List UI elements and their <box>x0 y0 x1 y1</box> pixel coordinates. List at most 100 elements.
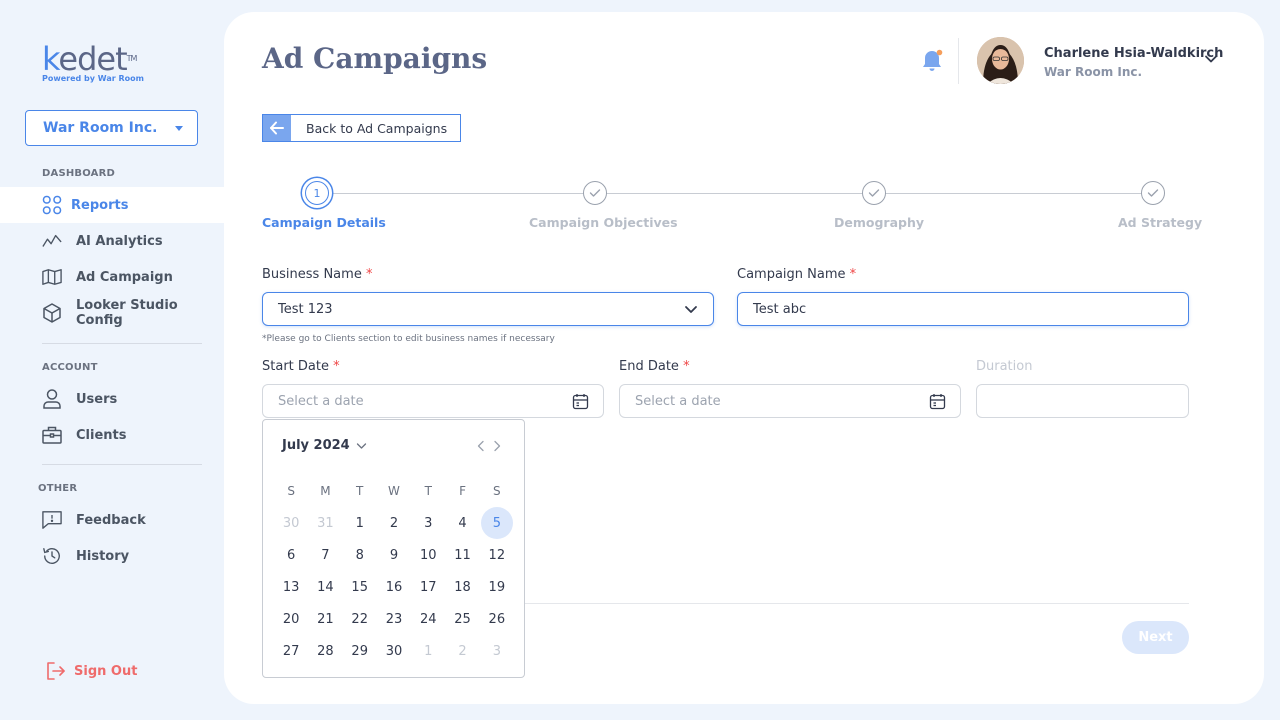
sign-out-icon <box>46 662 66 680</box>
cube-icon <box>42 303 62 323</box>
step-4-check-icon[interactable] <box>1141 181 1165 205</box>
campaign-name-input[interactable]: Test abc <box>737 292 1189 326</box>
step-label-ad-strategy[interactable]: Ad Strategy <box>1118 215 1202 230</box>
footer-divider <box>524 603 1189 604</box>
user-menu-chevron-down-icon[interactable] <box>1204 49 1218 68</box>
step-3-check-icon[interactable] <box>862 181 886 205</box>
sidebar-item-label: Reports <box>71 197 129 213</box>
user-name[interactable]: Charlene Hsia-Waldkirch <box>1044 46 1223 61</box>
calendar-day[interactable]: 7 <box>308 539 342 571</box>
sidebar-item-ad-campaign[interactable]: Ad Campaign <box>0 259 224 295</box>
end-date-label-text: End Date <box>619 359 679 374</box>
calendar-day[interactable]: 29 <box>343 635 377 667</box>
feedback-icon <box>42 510 62 530</box>
step-2-check-icon[interactable] <box>583 181 607 205</box>
calendar-day[interactable]: 17 <box>411 571 445 603</box>
calendar-week-row: 30 31 1 2 3 4 5 <box>274 507 514 539</box>
calendar-day[interactable]: 25 <box>445 603 479 635</box>
calendar-day[interactable]: 20 <box>274 603 308 635</box>
calendar-day[interactable]: 19 <box>480 571 514 603</box>
header-divider <box>958 38 959 84</box>
user-icon <box>42 389 62 409</box>
calendar-day[interactable]: 14 <box>308 571 342 603</box>
calendar-day[interactable]: 1 <box>343 507 377 539</box>
calendar-day-selected[interactable]: 5 <box>480 507 514 539</box>
sidebar-item-label: AI Analytics <box>76 233 163 249</box>
arrow-left-icon <box>263 115 291 141</box>
calendar-day[interactable]: 3 <box>480 635 514 667</box>
weekday-label: M <box>320 484 331 498</box>
stepper-line <box>332 193 1152 194</box>
org-selector[interactable]: War Room Inc. <box>25 110 198 146</box>
chevron-down-icon <box>356 442 367 450</box>
calendar-day[interactable]: 11 <box>445 539 479 571</box>
calendar-day[interactable]: 28 <box>308 635 342 667</box>
back-to-ad-campaigns-button[interactable]: Back to Ad Campaigns <box>262 114 461 142</box>
next-month-button[interactable] <box>492 440 502 452</box>
sidebar-item-history[interactable]: History <box>0 538 224 574</box>
month-selector[interactable]: July 2024 <box>282 438 367 453</box>
calendar-day[interactable]: 10 <box>411 539 445 571</box>
brand-logo[interactable]: kedetTM Powered by War Room <box>42 42 144 83</box>
calendar-day[interactable]: 24 <box>411 603 445 635</box>
next-button[interactable]: Next <box>1122 621 1189 654</box>
calendar-day[interactable]: 8 <box>343 539 377 571</box>
map-icon <box>42 267 62 287</box>
sidebar-item-users[interactable]: Users <box>0 381 224 417</box>
step-1-circle[interactable]: 1 <box>305 181 329 205</box>
sidebar-item-label: History <box>76 548 130 564</box>
calendar-day[interactable]: 30 <box>274 507 308 539</box>
calendar-day[interactable]: 13 <box>274 571 308 603</box>
calendar-day[interactable]: 31 <box>308 507 342 539</box>
calendar-day[interactable]: 6 <box>274 539 308 571</box>
user-avatar[interactable] <box>977 37 1024 84</box>
calendar-day[interactable]: 12 <box>480 539 514 571</box>
chevron-right-icon <box>494 440 501 452</box>
calendar-day[interactable]: 30 <box>377 635 411 667</box>
sidebar-item-reports[interactable]: Reports <box>0 187 224 223</box>
calendar-day[interactable]: 2 <box>445 635 479 667</box>
sidebar-item-ai-analytics[interactable]: AI Analytics <box>0 223 224 259</box>
step-label-campaign-objectives[interactable]: Campaign Objectives <box>529 215 678 230</box>
sidebar-item-feedback[interactable]: Feedback <box>0 502 224 538</box>
page-title: Ad Campaigns <box>262 42 488 75</box>
calendar-day[interactable]: 4 <box>445 507 479 539</box>
calendar-day[interactable]: 22 <box>343 603 377 635</box>
calendar-day[interactable]: 15 <box>343 571 377 603</box>
end-date-input[interactable]: Select a date <box>619 384 961 418</box>
calendar-icon[interactable] <box>929 393 946 410</box>
required-mark: * <box>849 267 857 282</box>
calendar-day[interactable]: 26 <box>480 603 514 635</box>
duration-input[interactable] <box>976 384 1189 418</box>
business-name-label: Business Name * <box>262 267 372 282</box>
logo-tagline: Powered by War Room <box>42 74 144 83</box>
step-label-campaign-details[interactable]: Campaign Details <box>262 215 386 230</box>
required-mark: * <box>333 359 340 374</box>
calendar-day[interactable]: 3 <box>411 507 445 539</box>
calendar-day[interactable]: 27 <box>274 635 308 667</box>
business-name-hint: *Please go to Clients section to edit bu… <box>262 334 555 344</box>
calendar-day[interactable]: 9 <box>377 539 411 571</box>
logo-text: edet <box>58 40 127 78</box>
weekday-label: W <box>388 484 400 498</box>
campaign-name-value: Test abc <box>753 301 807 317</box>
sign-out-button[interactable]: Sign Out <box>46 662 137 680</box>
calendar-day[interactable]: 2 <box>377 507 411 539</box>
start-date-input[interactable]: Select a date <box>262 384 604 418</box>
sidebar-divider <box>42 343 202 344</box>
user-org: War Room Inc. <box>1044 65 1143 79</box>
calendar-day[interactable]: 23 <box>377 603 411 635</box>
step-label-demography[interactable]: Demography <box>834 215 924 230</box>
calendar-day[interactable]: 16 <box>377 571 411 603</box>
weekday-label: T <box>356 484 364 498</box>
notification-bell-button[interactable] <box>920 48 946 78</box>
calendar-day[interactable]: 18 <box>445 571 479 603</box>
sidebar-item-looker-studio-config[interactable]: Looker Studio Config <box>0 295 224 331</box>
org-selector-value: War Room Inc. <box>43 120 158 136</box>
sidebar-item-clients[interactable]: Clients <box>0 417 224 453</box>
calendar-day[interactable]: 1 <box>411 635 445 667</box>
calendar-icon[interactable] <box>572 393 589 410</box>
calendar-day[interactable]: 21 <box>308 603 342 635</box>
business-name-select[interactable]: Test 123 <box>262 292 714 326</box>
prev-month-button[interactable] <box>476 440 486 452</box>
